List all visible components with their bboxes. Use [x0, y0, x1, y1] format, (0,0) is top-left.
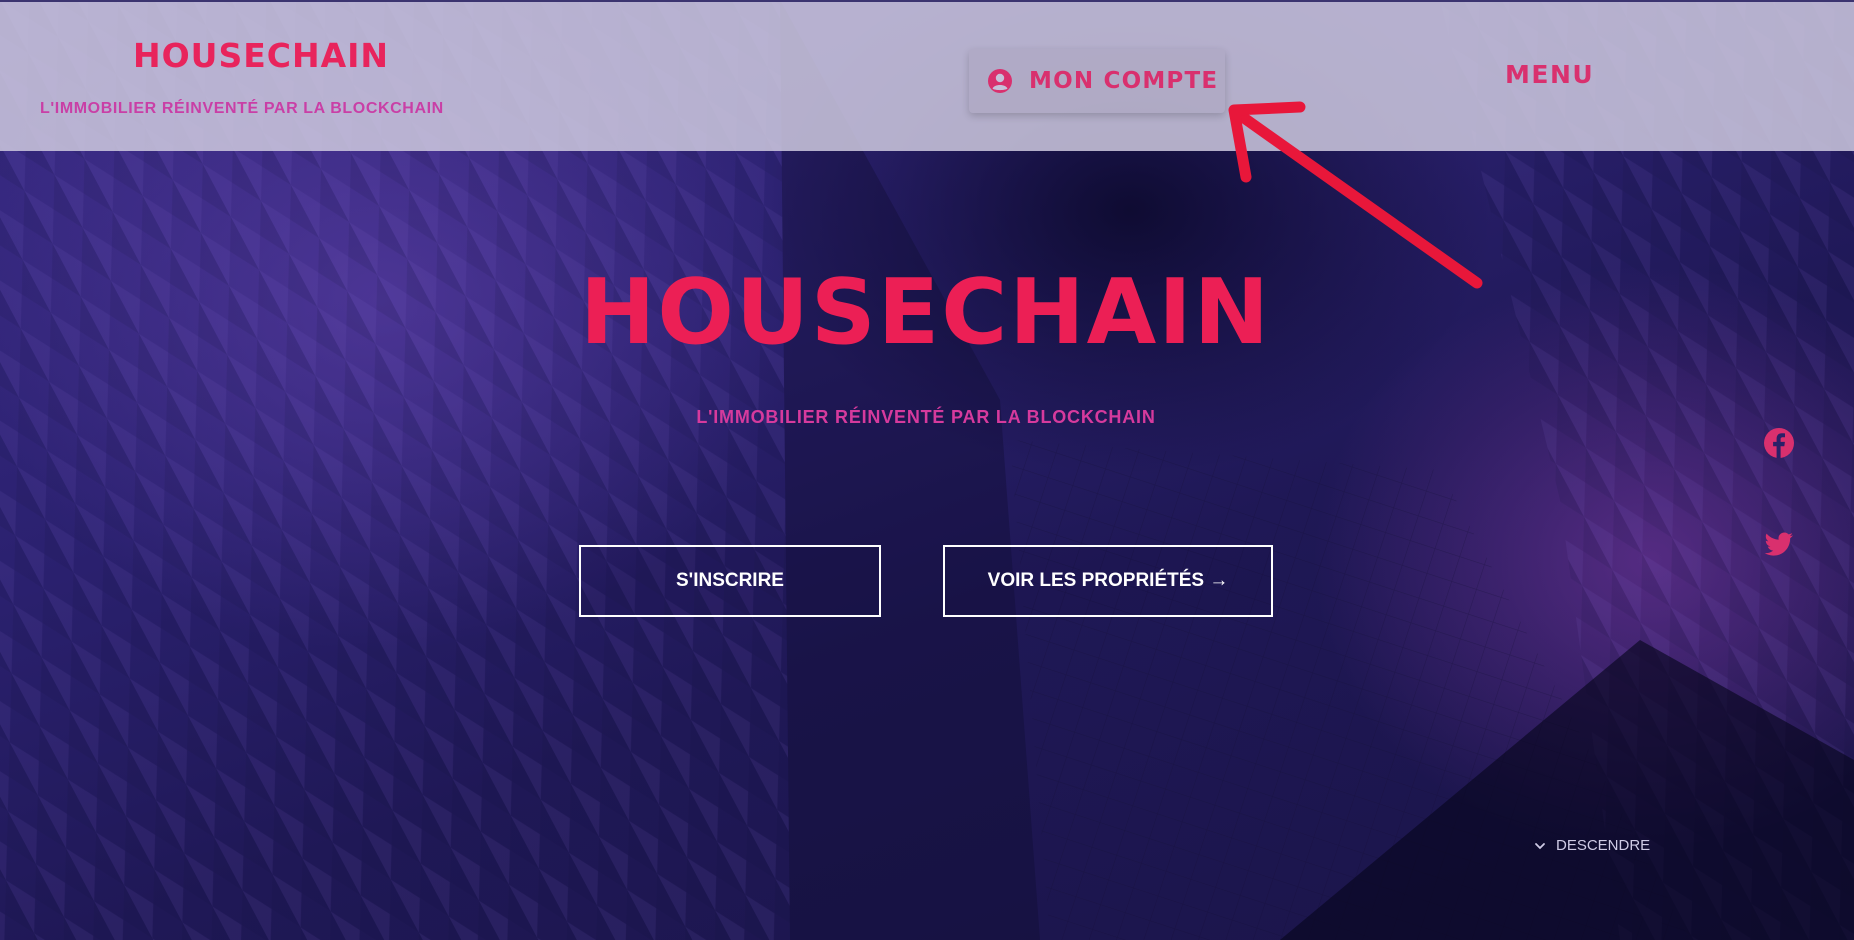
- view-properties-button[interactable]: VOIR LES PROPRIÉTÉS →: [943, 545, 1273, 617]
- menu-button[interactable]: MENU: [1505, 60, 1594, 89]
- header-tagline: L'IMMOBILIER RÉINVENTÉ PAR LA BLOCKCHAIN: [40, 100, 444, 117]
- hero-tagline-text: L'IMMOBILIER RÉINVENTÉ PAR LA BLOCKCHAIN: [696, 407, 1156, 427]
- chevron-down-icon: [1535, 842, 1545, 849]
- scroll-down-label: DESCENDRE: [1556, 837, 1651, 854]
- header-bar: HOUSECHAIN L'IMMOBILIER RÉINVENTÉ PAR LA…: [0, 0, 1854, 151]
- signup-button[interactable]: S'INSCRIRE: [579, 545, 881, 617]
- header-logo[interactable]: HOUSECHAIN: [133, 36, 389, 75]
- user-circle-icon: [988, 69, 1012, 93]
- hero-tagline: L'IMMOBILIER RÉINVENTÉ PAR LA BLOCKCHAIN: [0, 407, 1854, 428]
- my-account-label: MON COMPTE: [1029, 68, 1219, 94]
- my-account-button[interactable]: MON COMPTE: [969, 49, 1225, 113]
- scroll-down-link[interactable]: DESCENDRE: [1534, 837, 1650, 854]
- twitter-icon[interactable]: [1763, 528, 1795, 560]
- facebook-icon[interactable]: [1763, 427, 1795, 459]
- hero-logo: HOUSECHAIN: [580, 260, 1272, 365]
